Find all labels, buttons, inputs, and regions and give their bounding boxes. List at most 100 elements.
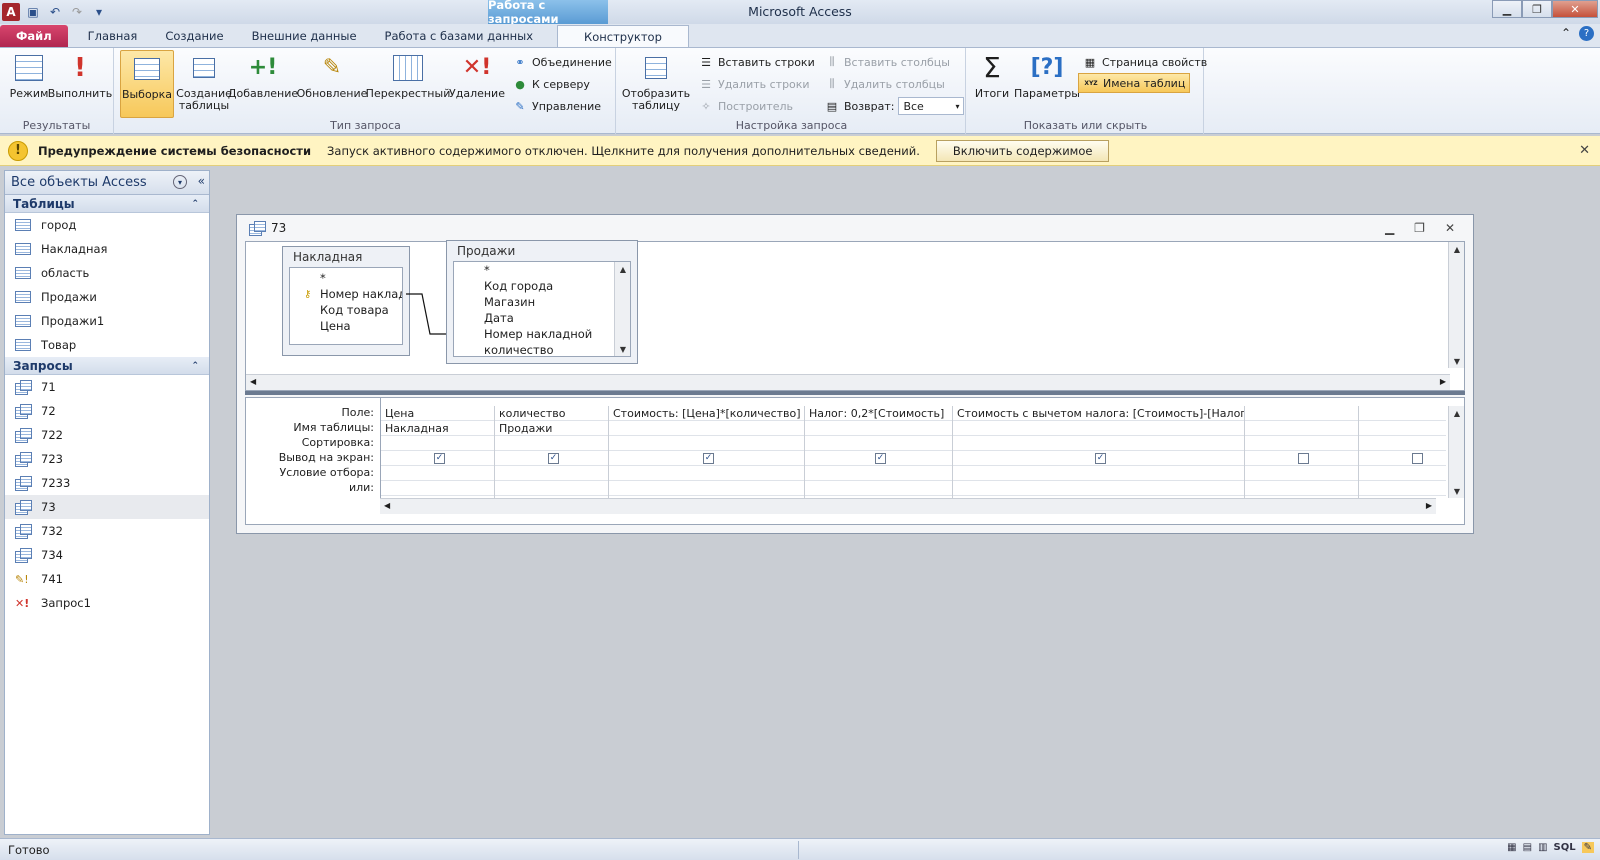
builder-button[interactable]: ✧ Построитель — [698, 96, 793, 116]
grid-criteria-cell[interactable] — [609, 466, 804, 481]
grid-sort-cell[interactable] — [495, 436, 608, 451]
grid-criteria-cell[interactable] — [953, 466, 1244, 481]
table-pane-hscroll[interactable]: ◀ ▶ — [246, 374, 1450, 390]
nav-item-query[interactable]: 723 — [5, 447, 209, 471]
grid-table-cell[interactable] — [609, 421, 804, 436]
undo-icon[interactable]: ↶ — [46, 3, 64, 21]
show-checkbox[interactable] — [1298, 452, 1309, 464]
field-item[interactable]: Номер накладной — [454, 326, 614, 342]
pass-through-button[interactable]: ● К серверу — [512, 74, 590, 94]
grid-criteria-cell[interactable] — [495, 466, 608, 481]
grid-or-cell[interactable] — [381, 481, 494, 496]
grid-table-cell[interactable] — [953, 421, 1244, 436]
join-line[interactable] — [406, 292, 450, 342]
maximize-icon[interactable]: ❐ — [1522, 0, 1552, 18]
grid-or-cell[interactable] — [1359, 481, 1446, 496]
delete-query-button[interactable]: ✕! Удаление — [449, 50, 505, 118]
grid-sort-cell[interactable] — [609, 436, 804, 451]
scroll-track[interactable] — [615, 276, 630, 342]
tab-design[interactable]: Конструктор — [557, 25, 689, 47]
table-names-button[interactable]: XYZ Имена таблиц — [1078, 73, 1191, 93]
grid-sort-cell[interactable] — [805, 436, 952, 451]
field-item-key[interactable]: ⚷ Номер накладн — [290, 286, 402, 302]
collapse-pane-icon[interactable]: « — [198, 174, 205, 188]
close-warning-icon[interactable]: ✕ — [1579, 143, 1590, 158]
scroll-down-icon[interactable]: ▼ — [1449, 484, 1465, 498]
nav-item-table[interactable]: Продажи1 — [5, 309, 209, 333]
totals-button[interactable]: Σ Итоги — [970, 50, 1014, 118]
minimize-icon[interactable]: ▁ — [1385, 221, 1394, 235]
nav-item-table[interactable]: город — [5, 213, 209, 237]
grid-field-cell[interactable]: количество — [495, 406, 608, 421]
collapse-ribbon-icon[interactable]: ⌃ — [1561, 26, 1571, 41]
show-checkbox[interactable]: ✓ — [1095, 452, 1106, 464]
field-item[interactable]: Код города — [454, 278, 614, 294]
show-checkbox[interactable]: ✓ — [703, 452, 714, 464]
table-box-nakladnaya[interactable]: Накладная * ⚷ Номер накладн Код товара Ц… — [282, 246, 410, 356]
delete-columns-button[interactable]: ⫼ Удалить столбцы — [824, 74, 944, 94]
tab-create[interactable]: Создание — [151, 25, 237, 47]
grid-or-cell[interactable] — [953, 481, 1244, 496]
pane-splitter[interactable] — [245, 391, 1465, 395]
redo-icon[interactable]: ↷ — [68, 3, 86, 21]
mode-button[interactable]: Режим — [2, 50, 56, 118]
grid-criteria-cell[interactable] — [1245, 466, 1358, 481]
nav-menu-dropdown-icon[interactable]: ▾ — [173, 175, 187, 189]
datasheet-view-icon[interactable]: ▦ — [1507, 842, 1516, 853]
grid-sort-cell[interactable] — [953, 436, 1244, 451]
nav-item-table[interactable]: область — [5, 261, 209, 285]
grid-table-cell[interactable]: Продажи — [495, 421, 608, 436]
grid-field-cell[interactable]: Стоимость: [Цена]*[количество] — [609, 406, 804, 421]
show-checkbox[interactable] — [1412, 452, 1423, 464]
tab-external-data[interactable]: Внешние данные — [238, 25, 371, 47]
table-pane-vscroll[interactable]: ▲ ▼ — [1448, 242, 1464, 368]
vertical-scrollbar[interactable]: ▲ ▼ — [614, 262, 630, 356]
nav-item-query[interactable]: ✎! 741 — [5, 567, 209, 591]
data-definition-button[interactable]: ✎ Управление — [512, 96, 601, 116]
grid-table-cell[interactable]: Накладная — [381, 421, 494, 436]
update-button[interactable]: ✎ Обновление — [297, 50, 368, 118]
maximize-icon[interactable]: ❐ — [1414, 221, 1425, 235]
minimize-icon[interactable]: ▁ — [1492, 0, 1522, 18]
delete-rows-button[interactable]: ☰ Удалить строки — [698, 74, 810, 94]
show-checkbox[interactable]: ✓ — [548, 452, 559, 464]
scroll-down-icon[interactable]: ▼ — [1449, 354, 1465, 368]
nav-item-query[interactable]: 71 — [5, 375, 209, 399]
grid-table-cell[interactable] — [805, 421, 952, 436]
select-query-button[interactable]: Выборка — [120, 50, 174, 118]
scroll-up-icon[interactable]: ▲ — [1449, 242, 1465, 256]
nav-item-table[interactable]: Продажи — [5, 285, 209, 309]
scroll-left-icon[interactable]: ◀ — [384, 501, 390, 510]
pivot-table-view-icon[interactable]: ▤ — [1523, 842, 1532, 853]
pivot-chart-view-icon[interactable]: ▥ — [1538, 842, 1547, 853]
customize-toolbar-icon[interactable]: ▾ — [90, 3, 108, 21]
nav-item-query[interactable]: 72 — [5, 399, 209, 423]
parameters-button[interactable]: [?] Параметры — [1014, 50, 1080, 118]
grid-field-cell[interactable] — [1359, 406, 1446, 421]
tab-home[interactable]: Главная — [74, 25, 152, 47]
insert-columns-button[interactable]: ⫼ Вставить столбцы — [824, 52, 949, 72]
nav-item-query[interactable]: 7233 — [5, 471, 209, 495]
field-item[interactable]: количество — [454, 342, 614, 356]
return-dropdown[interactable]: Все ▾ — [898, 97, 965, 115]
grid-criteria-cell[interactable] — [1359, 466, 1446, 481]
enable-content-button[interactable]: Включить содержимое — [935, 139, 1110, 162]
append-button[interactable]: +! Добавление — [228, 50, 298, 118]
field-item[interactable]: * — [290, 270, 402, 286]
grid-or-cell[interactable] — [1245, 481, 1358, 496]
run-button[interactable]: ! Выполнить — [48, 50, 112, 118]
field-item[interactable]: Дата — [454, 310, 614, 326]
grid-sort-cell[interactable] — [381, 436, 494, 451]
nav-header[interactable]: Все объекты Access ▾ « — [5, 171, 209, 195]
scroll-down-icon[interactable]: ▼ — [615, 342, 631, 356]
tab-database-tools[interactable]: Работа с базами данных — [371, 25, 548, 47]
grid-field-cell[interactable] — [1245, 406, 1358, 421]
grid-or-cell[interactable] — [495, 481, 608, 496]
grid-table-cell[interactable] — [1245, 421, 1358, 436]
nav-item-query[interactable]: ✕! Запрос1 — [5, 591, 209, 615]
collapse-section-icon[interactable]: ⌃ — [191, 199, 199, 209]
nav-item-query[interactable]: 732 — [5, 519, 209, 543]
grid-or-cell[interactable] — [609, 481, 804, 496]
field-item[interactable]: Цена — [290, 318, 402, 334]
grid-vscroll[interactable]: ▲ ▼ — [1448, 406, 1464, 498]
